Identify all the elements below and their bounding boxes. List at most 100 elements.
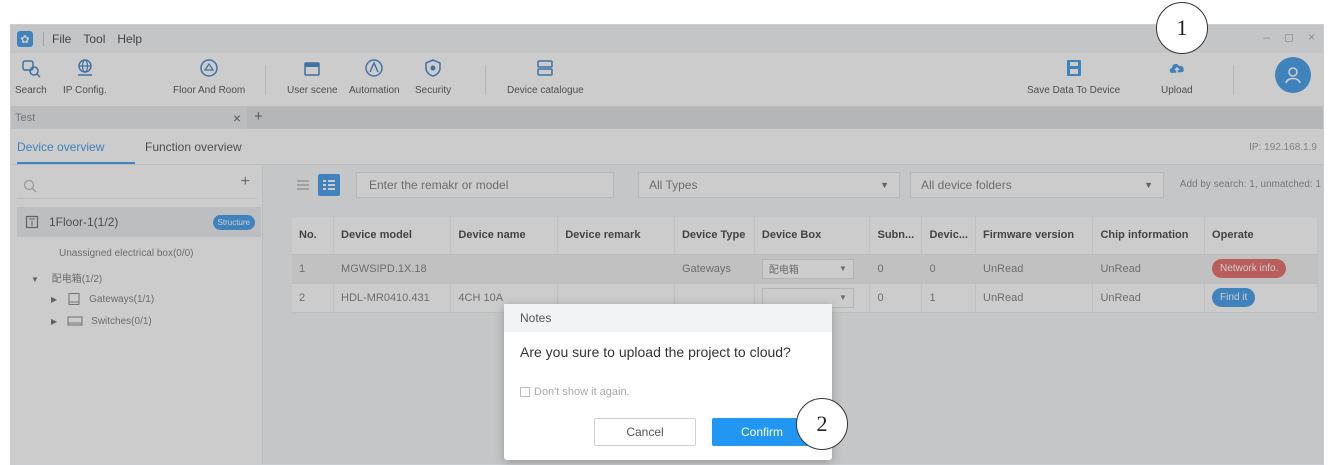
network-info-button[interactable]: Network info.	[1212, 259, 1287, 278]
menu-help[interactable]: Help	[117, 32, 142, 46]
folder-filter-select[interactable]: All device folders ▼	[910, 172, 1164, 198]
close-tab-icon[interactable]: ×	[233, 110, 241, 126]
dont-show-again-checkbox[interactable]: Don't show it again.	[520, 386, 630, 398]
list-view-button[interactable]	[318, 174, 340, 196]
ip-config-label: IP Config.	[63, 85, 107, 96]
device-search-input[interactable]: Enter the remakr or model	[356, 172, 614, 198]
device-catalogue-label: Device catalogue	[507, 85, 584, 96]
chevron-down-icon: ▼	[838, 264, 847, 273]
save-icon	[1063, 57, 1085, 79]
device-catalogue-button[interactable]: Device catalogue	[507, 57, 584, 96]
user-scene-icon	[301, 57, 323, 79]
security-label: Security	[415, 85, 452, 96]
grid-view-button[interactable]	[292, 174, 314, 196]
switches-label: Switches(0/1)	[91, 315, 152, 327]
column-header[interactable]: Firmware version	[975, 217, 1094, 255]
list-view-icon	[323, 180, 335, 190]
expand-right-icon[interactable]: ▶	[51, 295, 57, 304]
sidebar-search-input[interactable]	[17, 173, 257, 199]
cell-device-id[interactable]: 0	[921, 254, 976, 284]
expand-down-icon[interactable]: ▼	[31, 275, 39, 284]
user-scene-button[interactable]: User scene	[287, 57, 338, 96]
checkbox-box[interactable]	[520, 387, 530, 397]
search-device-icon	[20, 57, 42, 79]
ip-config-button[interactable]: IP Config.	[63, 57, 107, 96]
unassigned-box-item[interactable]: Unassigned electrical box(0/0)	[59, 248, 194, 259]
column-header[interactable]: Devic...	[921, 217, 976, 255]
cell-firmware: UnRead	[975, 283, 1094, 313]
cell-name[interactable]	[450, 254, 559, 284]
project-tab-name: Test	[15, 112, 36, 124]
tab-function-overview[interactable]: Function overview	[145, 140, 242, 154]
cell-device-id[interactable]: 1	[921, 283, 976, 313]
security-button[interactable]: Security	[415, 57, 451, 96]
title-separator	[43, 32, 44, 46]
dont-show-again-label: Don't show it again.	[534, 386, 630, 398]
grid-view-icon	[297, 180, 309, 190]
gateway-icon	[68, 292, 80, 306]
chevron-down-icon: ▼	[1144, 180, 1153, 190]
user-scene-label: User scene	[287, 85, 338, 96]
menu-file[interactable]: File	[52, 32, 71, 46]
gateways-item[interactable]: ▶ Gateways(1/1)	[51, 292, 154, 306]
active-tab-indicator	[17, 162, 135, 164]
callout-2: 2	[796, 398, 848, 450]
save-to-device-button[interactable]: Save Data To Device	[1027, 57, 1120, 96]
restore-icon[interactable]: ◻	[1284, 30, 1294, 44]
cell-remark[interactable]	[557, 254, 675, 284]
type-filter-value: All Types	[649, 178, 698, 192]
folder-filter-value: All device folders	[921, 178, 1012, 192]
column-header[interactable]: Chip information	[1092, 217, 1206, 255]
cell-type: Gateways	[674, 254, 755, 284]
find-it-button[interactable]: Find it	[1212, 288, 1256, 307]
globe-icon	[74, 57, 96, 79]
device-catalogue-icon	[534, 57, 556, 79]
shield-icon	[422, 57, 444, 79]
floor-room-label: Floor And Room	[173, 85, 246, 96]
column-header[interactable]: Device name	[450, 217, 559, 255]
table-header-row: No. Device model Device name Device rema…	[292, 217, 1318, 255]
search-tool-button[interactable]: Search	[15, 57, 47, 96]
ip-address: IP: 192.168.1.9	[1249, 142, 1317, 153]
distribution-box-item[interactable]: ▼ 配电箱(1/2)	[31, 270, 102, 285]
expand-right-icon[interactable]: ▶	[51, 317, 57, 326]
column-header[interactable]: Device model	[333, 217, 452, 255]
search-icon	[23, 179, 37, 193]
title-bar: ✿ File Tool Help – ◻ ×	[11, 25, 1323, 53]
cancel-button[interactable]: Cancel	[594, 418, 696, 446]
minimize-icon[interactable]: –	[1263, 30, 1270, 44]
app-logo-icon: ✿	[17, 31, 33, 47]
search-result-info: Add by search: 1, unmatched: 1	[1179, 179, 1321, 190]
callout-1: 1	[1156, 2, 1208, 54]
automation-icon	[363, 57, 385, 79]
device-box-select[interactable]: 配电箱 ▼	[761, 258, 854, 279]
user-avatar[interactable]	[1275, 57, 1311, 93]
project-tab[interactable]: Test ×	[11, 107, 247, 129]
column-header[interactable]: Operate	[1204, 217, 1318, 255]
table-row[interactable]: 1 MGWSIPD.1X.18 Gateways 配电箱 ▼ 0 0 UnRea…	[292, 254, 1318, 284]
type-filter-select[interactable]: All Types ▼	[638, 172, 900, 198]
menu-tool[interactable]: Tool	[83, 32, 105, 46]
column-header[interactable]: No.	[292, 217, 335, 255]
structure-badge[interactable]: Structure	[212, 214, 255, 230]
column-header[interactable]: Device Box	[754, 217, 871, 255]
device-table: No. Device model Device name Device rema…	[292, 217, 1318, 313]
floor-item[interactable]: 1Floor-1(1/2) Structure	[17, 207, 261, 237]
floor-room-button[interactable]: Floor And Room	[173, 57, 245, 96]
cell-subnet[interactable]: 0	[869, 283, 923, 313]
add-tab-icon[interactable]: +	[254, 108, 263, 125]
column-header[interactable]: Subn...	[869, 217, 923, 255]
tab-device-overview[interactable]: Device overview	[17, 140, 104, 154]
automation-button[interactable]: Automation	[349, 57, 400, 96]
chevron-down-icon: ▼	[838, 293, 847, 302]
column-header[interactable]: Device Type	[674, 217, 755, 255]
switches-item[interactable]: ▶ Switches(0/1)	[51, 314, 152, 328]
chevron-down-icon: ▼	[880, 180, 889, 190]
column-header[interactable]: Device remark	[557, 217, 675, 255]
close-window-icon[interactable]: ×	[1308, 30, 1315, 44]
upload-button[interactable]: Upload	[1161, 57, 1193, 96]
distribution-box-label: 配电箱(1/2)	[51, 274, 103, 285]
cell-subnet[interactable]: 0	[869, 254, 923, 284]
automation-label: Automation	[349, 85, 400, 96]
sidebar-add-icon[interactable]: +	[241, 173, 250, 191]
